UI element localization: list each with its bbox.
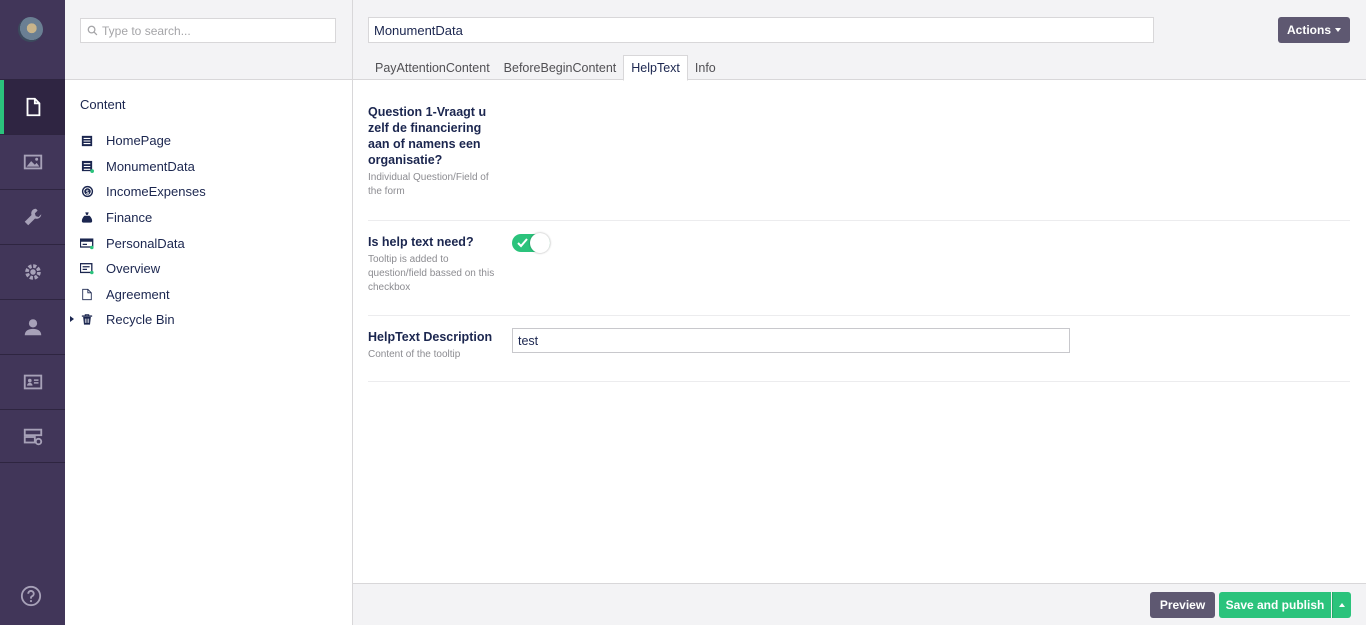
property-label-block: Is help text need? Tooltip is added to q… (368, 234, 496, 295)
coin-icon: $ (80, 185, 94, 199)
editor-tabs: PayAttentionContent BeforeBeginContent H… (368, 55, 723, 81)
property-label-block: Question 1-Vraagt u zelf de financiering… (368, 104, 496, 199)
tree-item-agreement[interactable]: Agreement (65, 282, 352, 308)
gear-icon[interactable] (0, 244, 65, 299)
tree-item-recycle-bin[interactable]: Recycle Bin (65, 307, 352, 333)
settings-wrench-icon[interactable] (0, 189, 65, 244)
tree-list: HomePage MonumentData $ IncomeExpenses F… (65, 128, 352, 333)
property-description: Content of the tooltip (368, 349, 461, 360)
tree-item-label: Overview (106, 261, 161, 277)
tree-item-incomeexpenses[interactable]: $ IncomeExpenses (65, 179, 352, 205)
tab-helptext[interactable]: HelpText (623, 55, 688, 81)
property-label: Is help text need? (368, 235, 474, 249)
help-text-toggle[interactable] (512, 233, 550, 253)
forms-section-icon[interactable] (0, 409, 65, 464)
publish-options-caret-icon[interactable] (1332, 592, 1351, 618)
checkmark-icon (517, 238, 528, 248)
tree-item-homepage[interactable]: HomePage (65, 128, 352, 154)
property-question: Question 1-Vraagt u zelf de financiering… (368, 80, 1350, 221)
trash-icon (80, 313, 94, 327)
tab-beforebegincontent[interactable]: BeforeBeginContent (497, 55, 624, 80)
money-bag-icon (80, 211, 94, 225)
document-list-new-icon (80, 159, 94, 173)
caret-down-icon (1335, 28, 1341, 32)
editor-header: Actions PayAttentionContent BeforeBeginC… (353, 0, 1366, 81)
overview-icon (80, 262, 94, 276)
helptext-description-input[interactable] (512, 328, 1070, 353)
preview-button[interactable]: Preview (1150, 592, 1215, 618)
expand-caret-icon[interactable] (70, 316, 74, 323)
actions-button[interactable]: Actions (1278, 17, 1350, 43)
media-section-icon[interactable] (0, 134, 65, 189)
content-editor: Actions PayAttentionContent BeforeBeginC… (353, 0, 1366, 625)
content-section-icon[interactable] (0, 79, 65, 134)
tree-item-finance[interactable]: Finance (65, 205, 352, 231)
search-icon (87, 25, 98, 36)
tab-info[interactable]: Info (688, 55, 723, 80)
node-name-input[interactable] (368, 17, 1154, 43)
property-label: Question 1-Vraagt u zelf de financiering… (368, 105, 487, 167)
tree-item-label: Agreement (106, 286, 170, 302)
tree-root-title[interactable]: Content (80, 97, 126, 112)
property-label: HelpText Description (368, 330, 493, 344)
property-label-block: HelpText Description Content of the tool… (368, 329, 496, 362)
svg-text:$: $ (85, 189, 89, 196)
property-helptext-description: HelpText Description Content of the tool… (368, 316, 1350, 382)
id-card-icon (80, 236, 94, 250)
toggle-knob (530, 233, 550, 253)
property-description: Tooltip is added to question/field basse… (368, 254, 495, 293)
tab-payattentioncontent[interactable]: PayAttentionContent (368, 55, 497, 80)
property-description: Individual Question/Field of the form (368, 172, 489, 197)
tree-item-label: IncomeExpenses (106, 184, 206, 200)
property-help-toggle: Is help text need? Tooltip is added to q… (368, 221, 1350, 316)
search-input[interactable] (102, 23, 322, 38)
save-and-publish-button[interactable]: Save and publish (1219, 592, 1331, 618)
tree-header (65, 0, 352, 80)
tree-item-personaldata[interactable]: PersonalData (65, 230, 352, 256)
tree-item-overview[interactable]: Overview (65, 256, 352, 282)
help-icon[interactable] (20, 585, 42, 607)
tree-item-label: Finance (106, 210, 153, 226)
editor-body: Question 1-Vraagt u zelf de financiering… (368, 80, 1350, 382)
content-tree-panel: Content HomePage MonumentData $ IncomeEx… (65, 0, 353, 625)
tree-item-label: PersonalData (106, 235, 185, 251)
members-section-icon[interactable] (0, 354, 65, 409)
actions-label: Actions (1286, 23, 1331, 37)
tree-item-label: Recycle Bin (106, 312, 175, 328)
rail-divider (0, 462, 65, 463)
search-box[interactable] (80, 18, 336, 43)
editor-footer: Preview Save and publish (353, 583, 1366, 625)
users-section-icon[interactable] (0, 299, 65, 354)
blank-document-icon (80, 287, 94, 301)
document-list-icon (80, 134, 94, 148)
tree-item-label: MonumentData (106, 158, 195, 174)
tree-item-label: HomePage (106, 133, 172, 149)
tree-item-monumentdata[interactable]: MonumentData (65, 154, 352, 180)
section-rail (0, 0, 65, 625)
user-avatar[interactable] (18, 17, 43, 42)
